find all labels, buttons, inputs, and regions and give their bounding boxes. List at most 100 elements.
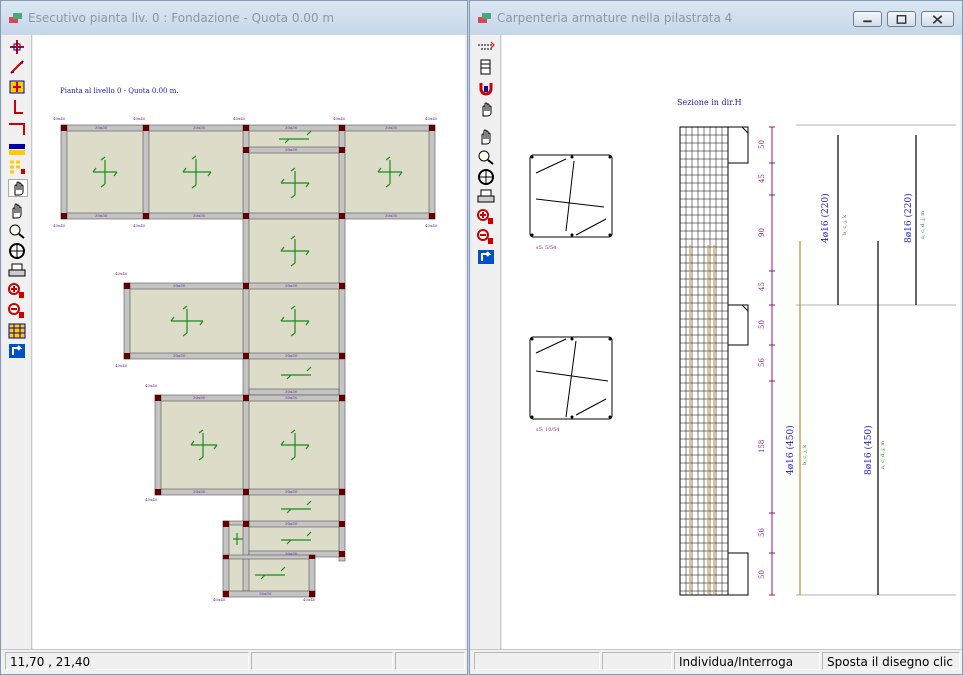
- beam-icon[interactable]: [8, 121, 26, 137]
- dimension-chain: 50 45 90 45 50 56 158 56 50: [758, 126, 775, 596]
- bar-label: 4ø16 (450): [785, 425, 796, 475]
- magnet-icon[interactable]: [477, 81, 495, 97]
- svg-text:30x50: 30x50: [285, 283, 298, 288]
- section-bottom-label: s5: 10/54: [536, 427, 559, 433]
- svg-text:30x50: 30x50: [173, 283, 186, 288]
- svg-text:40x40: 40x40: [333, 116, 346, 121]
- dim-label: 50: [758, 570, 766, 579]
- svg-text:30x50: 30x50: [193, 489, 206, 494]
- status-field-3: [395, 652, 465, 670]
- dim-label: 56: [758, 358, 766, 367]
- plan-window[interactable]: Esecutivo pianta liv. 0 : Fondazione - Q…: [0, 0, 468, 675]
- measure-icon[interactable]: [8, 59, 26, 75]
- zoom-out-icon[interactable]: [8, 303, 26, 319]
- plan-toolbar: [3, 35, 32, 649]
- hint-status: Sposta il disegno clic: [822, 652, 960, 670]
- svg-text:40x40: 40x40: [133, 223, 146, 228]
- column-icon[interactable]: [8, 99, 26, 115]
- plan-canvas[interactable]: Pianta al livello 0 - Quota 0.00 m. 30x5…: [33, 35, 465, 649]
- status-field-2: [251, 652, 393, 670]
- svg-text:40x40: 40x40: [115, 271, 128, 276]
- coords-field: 11,70 , 21,40: [5, 652, 249, 670]
- align-icon[interactable]: [477, 39, 495, 55]
- minimize-button[interactable]: [853, 11, 882, 27]
- svg-text:40x40: 40x40: [115, 363, 128, 368]
- dim-label: 45: [758, 282, 766, 291]
- svg-text:30x50: 30x50: [259, 591, 272, 596]
- svg-text:30x50: 30x50: [285, 521, 298, 526]
- rebar-bars: 4ø16 (220) b, c, j, k 8ø16 (220) a, c, d…: [785, 135, 926, 595]
- svg-text:30x50: 30x50: [193, 213, 206, 218]
- plan-statusbar: 11,70 , 21,40: [1, 649, 467, 674]
- column-elevation: [679, 126, 749, 596]
- section-title: Sezione in dir.H: [677, 98, 742, 107]
- section-icon[interactable]: [8, 79, 26, 95]
- svg-text:30x50: 30x50: [285, 489, 298, 494]
- hand-icon[interactable]: [477, 101, 495, 117]
- bar-label: 4ø16 (220): [820, 193, 831, 243]
- bar-sub-label: a, c, d, j, m: [920, 211, 926, 239]
- zoom-in-icon[interactable]: [477, 209, 495, 225]
- zoom-icon[interactable]: [477, 149, 495, 165]
- svg-text:40x40: 40x40: [53, 223, 66, 228]
- svg-text:30x50: 30x50: [285, 551, 298, 556]
- table-icon[interactable]: [8, 323, 26, 339]
- redraw-icon[interactable]: [8, 343, 26, 359]
- close-button[interactable]: [921, 11, 954, 27]
- dim-label: 158: [758, 440, 766, 453]
- svg-text:40x40: 40x40: [233, 116, 246, 121]
- plan-window-title: Esecutivo pianta liv. 0 : Fondazione - Q…: [28, 11, 335, 25]
- bar-sub-label: b, c, j, k: [842, 214, 848, 235]
- svg-text:40x40: 40x40: [213, 597, 226, 602]
- close-icon: [932, 15, 943, 24]
- restore-icon: [896, 15, 907, 24]
- grid-icon[interactable]: [8, 159, 26, 175]
- dim-label: 45: [758, 174, 766, 183]
- rebar-window-title: Carpenteria armature nella pilastrata 4: [497, 11, 733, 25]
- plan-titlebar[interactable]: Esecutivo pianta liv. 0 : Fondazione - Q…: [1, 1, 467, 35]
- section-top-label: s5: 5/54: [536, 245, 556, 251]
- rebar-titlebar[interactable]: Carpenteria armature nella pilastrata 4: [470, 1, 962, 35]
- status-field-1: [474, 652, 600, 670]
- bar-sub-label: b, c, j, k: [802, 444, 808, 465]
- dim-label: 50: [758, 140, 766, 149]
- plan-caption: Pianta al livello 0 - Quota 0.00 m.: [60, 87, 179, 95]
- svg-text:30x50: 30x50: [285, 395, 298, 400]
- svg-text:40x40: 40x40: [425, 116, 438, 121]
- rebar-toolbar: [472, 35, 501, 649]
- redraw-icon[interactable]: [477, 249, 495, 265]
- floor-plan-drawing[interactable]: Pianta al livello 0 - Quota 0.00 m. 30x5…: [33, 35, 465, 649]
- zoom-out-icon[interactable]: [477, 229, 495, 245]
- pick-node-icon[interactable]: [8, 39, 26, 55]
- bar-label: 8ø16 (450): [863, 425, 874, 475]
- dim-label: 50: [758, 320, 766, 329]
- mode-status: Individua/Interroga: [674, 652, 820, 670]
- svg-text:30x50: 30x50: [173, 353, 186, 358]
- svg-text:30x50: 30x50: [285, 389, 298, 394]
- hand-icon[interactable]: [8, 179, 28, 197]
- status-field-2: [602, 652, 672, 670]
- bar-label: 8ø16 (220): [903, 193, 914, 243]
- level-lines: [796, 124, 956, 596]
- svg-text:30x50: 30x50: [385, 125, 398, 130]
- svg-text:40x40: 40x40: [133, 116, 146, 121]
- compass-icon[interactable]: [8, 243, 26, 259]
- stack-icon[interactable]: [477, 59, 495, 75]
- pan-icon[interactable]: [8, 203, 26, 219]
- restore-button[interactable]: [887, 11, 916, 27]
- svg-text:30x50: 30x50: [285, 147, 298, 152]
- svg-text:30x50: 30x50: [193, 125, 206, 130]
- zoom-icon[interactable]: [8, 223, 26, 239]
- rebar-canvas[interactable]: s5: 5/54 s5: 10/54 Sezione in dir.H 50 4…: [502, 35, 960, 649]
- compass-icon[interactable]: [477, 169, 495, 185]
- rebar-window[interactable]: Carpenteria armature nella pilastrata 4: [469, 0, 963, 675]
- pan-icon[interactable]: [477, 129, 495, 145]
- print-icon[interactable]: [477, 189, 495, 205]
- svg-text:30x50: 30x50: [285, 353, 298, 358]
- app-icon: [9, 13, 22, 23]
- zoom-in-icon[interactable]: [8, 283, 26, 299]
- print-icon[interactable]: [8, 263, 26, 279]
- column-rebar-drawing[interactable]: s5: 5/54 s5: 10/54 Sezione in dir.H 50 4…: [502, 35, 960, 649]
- dim-label: 56: [758, 528, 766, 537]
- slab-icon[interactable]: [8, 141, 26, 157]
